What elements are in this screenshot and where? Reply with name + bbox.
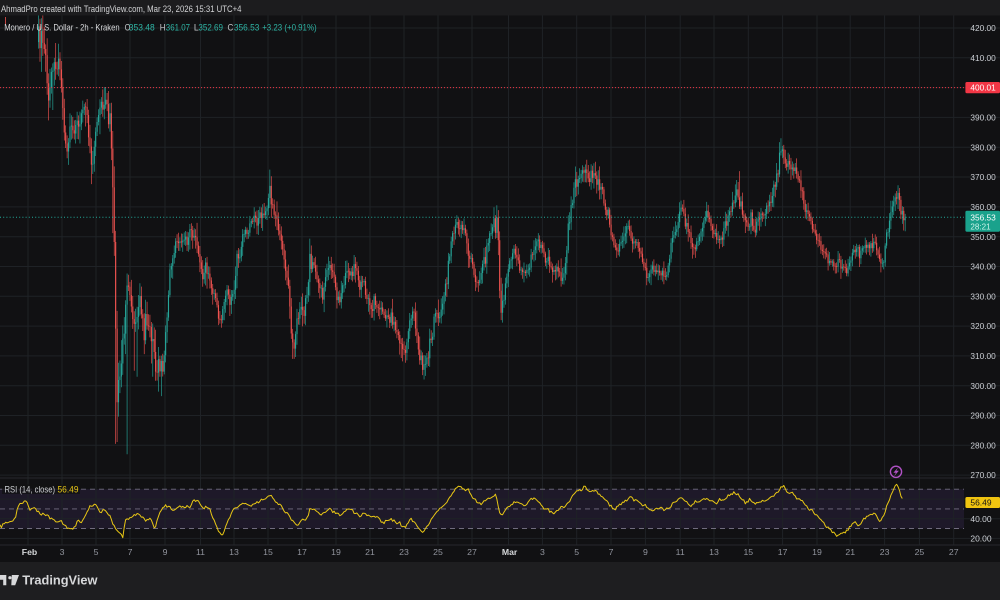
svg-text:300.00: 300.00 xyxy=(970,381,996,391)
svg-text:290.00: 290.00 xyxy=(970,411,996,421)
svg-text:C: C xyxy=(228,22,234,32)
svg-text:361.07: 361.07 xyxy=(166,22,190,32)
svg-text:353.48: 353.48 xyxy=(129,22,155,32)
svg-text:25: 25 xyxy=(433,547,443,557)
svg-text:380.00: 380.00 xyxy=(970,142,996,152)
svg-text:+3.23 (+0.91%): +3.23 (+0.91%) xyxy=(262,22,316,32)
svg-text:370.00: 370.00 xyxy=(970,172,996,182)
svg-text:410.00: 410.00 xyxy=(970,53,996,63)
svg-text:20.00: 20.00 xyxy=(970,534,991,544)
svg-text:56.49: 56.49 xyxy=(970,498,991,508)
svg-text:420.00: 420.00 xyxy=(970,23,996,33)
svg-text:320.00: 320.00 xyxy=(970,321,996,331)
svg-text:TradingView: TradingView xyxy=(22,573,98,588)
svg-text:330.00: 330.00 xyxy=(970,291,996,301)
svg-text:352.69: 352.69 xyxy=(198,22,223,32)
svg-text:21: 21 xyxy=(845,547,855,557)
svg-text:15: 15 xyxy=(743,547,753,557)
svg-text:19: 19 xyxy=(812,547,822,557)
svg-text:17: 17 xyxy=(778,547,788,557)
svg-text:13: 13 xyxy=(229,547,239,557)
svg-text:270.00: 270.00 xyxy=(970,470,996,480)
svg-text:280.00: 280.00 xyxy=(970,440,996,450)
svg-text:23: 23 xyxy=(399,547,409,557)
svg-text:28:21: 28:21 xyxy=(970,221,991,231)
svg-text:27: 27 xyxy=(949,547,959,557)
svg-text:AhmadPro created with TradingV: AhmadPro created with TradingView.com, M… xyxy=(1,4,242,14)
svg-text:310.00: 310.00 xyxy=(970,351,996,361)
svg-text:40.00: 40.00 xyxy=(970,514,991,524)
svg-text:356.53: 356.53 xyxy=(234,22,260,32)
svg-text:3: 3 xyxy=(540,547,545,557)
svg-text:Feb: Feb xyxy=(22,547,37,557)
svg-text:15: 15 xyxy=(263,547,273,557)
svg-text:9: 9 xyxy=(163,547,168,557)
svg-text:19: 19 xyxy=(331,547,341,557)
svg-text:350.00: 350.00 xyxy=(970,232,996,242)
svg-text:13: 13 xyxy=(709,547,719,557)
svg-text:5: 5 xyxy=(574,547,579,557)
svg-text:23: 23 xyxy=(880,547,890,557)
svg-text:5: 5 xyxy=(94,547,99,557)
svg-text:17: 17 xyxy=(297,547,307,557)
svg-text:3: 3 xyxy=(60,547,65,557)
svg-text:400.01: 400.01 xyxy=(970,83,996,93)
svg-text:27: 27 xyxy=(467,547,477,557)
svg-text:390.00: 390.00 xyxy=(970,113,996,123)
svg-text:Mar: Mar xyxy=(502,547,518,557)
svg-text:H: H xyxy=(160,22,166,32)
svg-text:360.00: 360.00 xyxy=(970,202,996,212)
svg-text:56.49: 56.49 xyxy=(58,484,79,494)
svg-text:7: 7 xyxy=(128,547,133,557)
svg-text:9: 9 xyxy=(643,547,648,557)
svg-text:7: 7 xyxy=(609,547,614,557)
svg-text:11: 11 xyxy=(676,547,685,557)
svg-text:Monero / U.S. Dollar - 2h - Kr: Monero / U.S. Dollar - 2h - Kraken xyxy=(4,22,119,32)
svg-text:21: 21 xyxy=(365,547,375,557)
svg-text:RSI (14, close): RSI (14, close) xyxy=(5,484,56,494)
svg-text:11: 11 xyxy=(196,547,205,557)
svg-text:25: 25 xyxy=(915,547,925,557)
svg-text:340.00: 340.00 xyxy=(970,262,996,272)
